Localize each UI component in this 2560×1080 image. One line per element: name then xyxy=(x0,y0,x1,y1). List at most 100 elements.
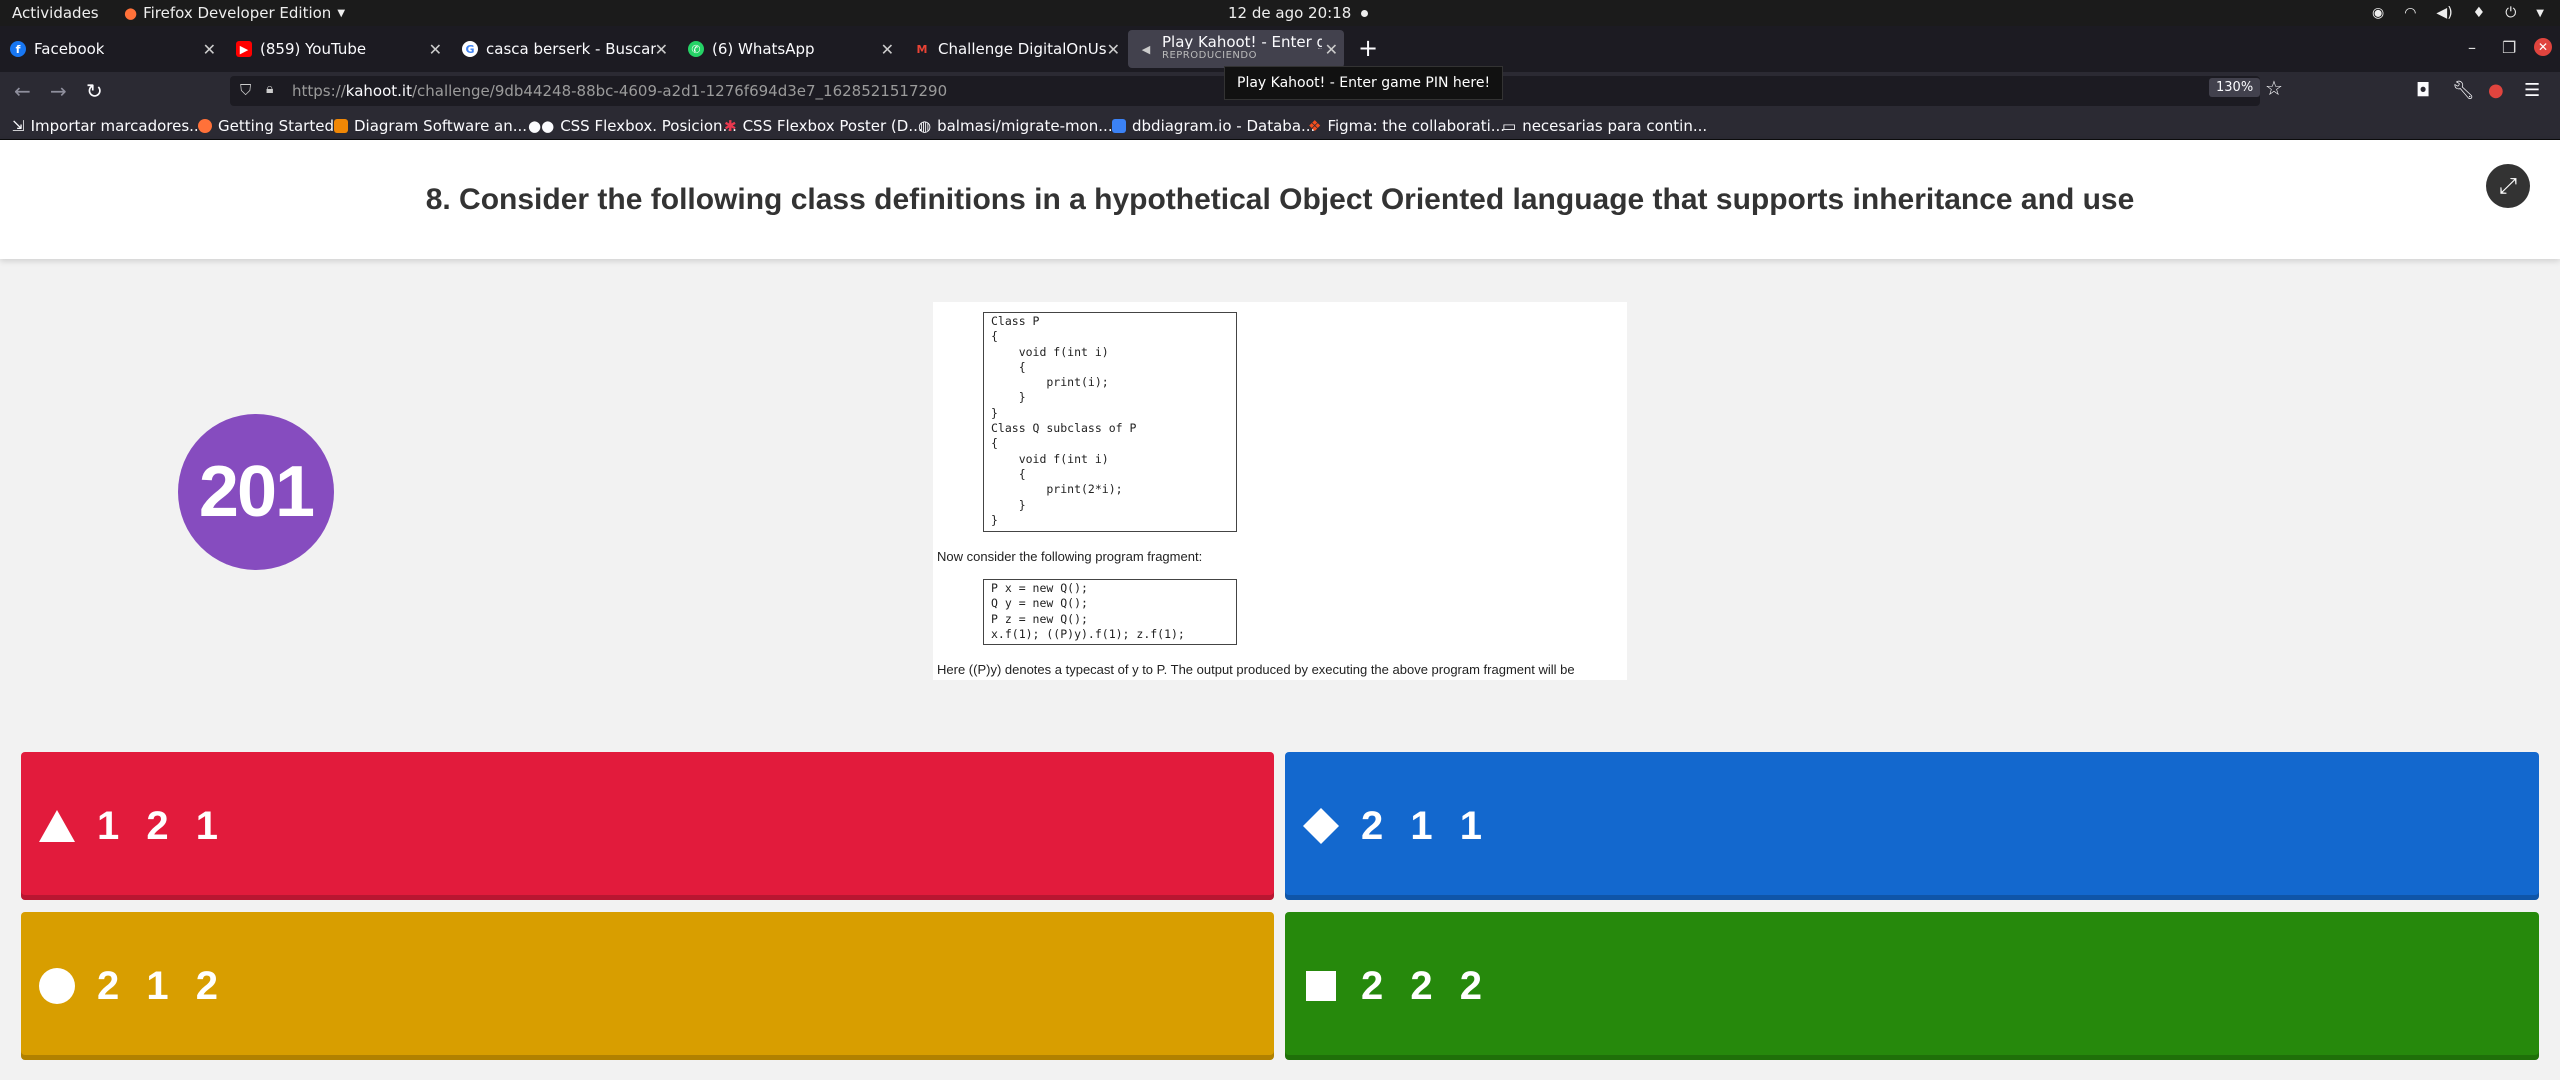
bookmark-label: balmasi/migrate-mon... xyxy=(937,117,1113,135)
chevron-down-icon: ▼ xyxy=(2536,7,2544,19)
close-icon[interactable]: ✕ xyxy=(203,40,216,59)
answer-label: 2 1 1 xyxy=(1361,803,1490,848)
bookmark-label: Importar marcadores... xyxy=(30,117,204,135)
close-icon[interactable]: ✕ xyxy=(429,40,442,59)
code-block-classes: Class P { void f(int i) { print(i); } } … xyxy=(983,312,1237,532)
restore-icon[interactable]: ❐ xyxy=(2502,38,2516,57)
back-icon[interactable]: ← xyxy=(14,79,31,103)
folder-icon: ▭ xyxy=(1502,117,1517,135)
dbdiagram-icon xyxy=(1112,119,1126,133)
wrench-icon[interactable]: 🔧︎ xyxy=(2452,80,2475,101)
close-icon[interactable]: ✕ xyxy=(1107,40,1120,59)
fullscreen-icon[interactable]: ⤢ xyxy=(2486,164,2530,208)
app-menu[interactable]: ● Firefox Developer Edition ▼ xyxy=(124,4,345,22)
tab-label: Facebook xyxy=(34,40,105,58)
answer-label: 2 1 2 xyxy=(97,963,226,1008)
tab-label: Play Kahoot! - Enter gam xyxy=(1162,35,1322,49)
menu-icon[interactable]: ☰ xyxy=(2524,80,2540,101)
app-name: Firefox Developer Edition xyxy=(143,4,332,22)
url-host: kahoot.it xyxy=(345,82,412,100)
chevron-down-icon: ▼ xyxy=(337,7,346,19)
tab-whatsapp[interactable]: ✆ (6) WhatsApp ✕ xyxy=(678,30,900,68)
speaker-icon[interactable]: ◀ xyxy=(1138,41,1154,57)
answer-yellow-circle[interactable]: 2 1 2 xyxy=(21,912,1274,1060)
bookmark-star-icon[interactable]: ☆ xyxy=(2265,76,2283,100)
tab-gmail[interactable]: M Challenge DigitalOnUs - I ✕ xyxy=(904,30,1126,68)
close-icon[interactable]: ✕ xyxy=(1325,40,1338,59)
code-block-fragment: P x = new Q(); Q y = new Q(); P z = new … xyxy=(983,579,1237,645)
bookmark-item[interactable]: Getting Started xyxy=(198,117,334,135)
youtube-icon: ▶ xyxy=(236,41,252,57)
question-header: 8. Consider the following class definiti… xyxy=(0,140,2560,259)
bookmark-item[interactable]: dbdiagram.io - Databa... xyxy=(1112,117,1315,135)
tab-youtube[interactable]: ▶ (859) YouTube ✕ xyxy=(226,30,448,68)
question-image: Class P { void f(int i) { print(i); } } … xyxy=(933,302,1627,680)
close-icon[interactable]: ✕ xyxy=(655,40,668,59)
volume-icon: ◀) xyxy=(2436,5,2453,21)
bookmark-item[interactable]: ⇲ Importar marcadores... xyxy=(12,117,203,135)
discord-icon: ◉ xyxy=(2371,5,2385,21)
pocket-icon[interactable]: ◘ xyxy=(2416,80,2430,101)
bookmarks-bar: ⇲ Importar marcadores... Getting Started … xyxy=(0,110,2560,140)
whatsapp-icon: ✆ xyxy=(688,41,704,57)
clock-text: 12 de ago 20:18 xyxy=(1228,4,1352,22)
activities-button[interactable]: Actividades xyxy=(12,4,99,22)
extension-icon[interactable]: ● xyxy=(2488,80,2504,101)
notification-dot-icon xyxy=(1361,9,1369,17)
close-icon[interactable]: ✕ xyxy=(881,40,894,59)
bookmark-item[interactable]: ✱ CSS Flexbox Poster (D... xyxy=(724,117,923,135)
reload-icon[interactable]: ↻ xyxy=(86,79,103,103)
answer-red-triangle[interactable]: 1 2 1 xyxy=(21,752,1274,900)
bookmark-label: necesarias para contin... xyxy=(1522,117,1708,135)
answer-label: 2 2 2 xyxy=(1361,963,1490,1008)
system-top-bar: Actividades ● Firefox Developer Edition … xyxy=(0,0,2560,26)
forward-icon[interactable]: → xyxy=(50,79,67,103)
minimize-icon[interactable]: – xyxy=(2468,38,2476,57)
power-icon: ⏻ xyxy=(2505,5,2517,21)
bookmark-label: CSS Flexbox. Posicion... xyxy=(560,117,737,135)
countdown-timer: 201 xyxy=(178,414,334,570)
triangle-icon xyxy=(39,808,75,844)
answer-green-square[interactable]: 2 2 2 xyxy=(1285,912,2539,1060)
google-icon: G xyxy=(462,41,478,57)
microphone-icon: ♦ xyxy=(2472,5,2486,21)
tab-facebook[interactable]: f Facebook ✕ xyxy=(0,30,222,68)
new-tab-button[interactable]: + xyxy=(1358,34,1378,62)
tab-google-search[interactable]: G casca berserk - Buscar co ✕ xyxy=(452,30,674,68)
figma-icon: ❖ xyxy=(1308,117,1322,135)
bookmark-label: Getting Started xyxy=(218,117,334,135)
firefox-icon: ● xyxy=(124,4,138,22)
zoom-indicator[interactable]: 130% xyxy=(2209,78,2261,97)
diamond-icon xyxy=(1303,808,1339,844)
bookmark-item[interactable]: ◍ balmasi/migrate-mon... xyxy=(918,117,1113,135)
tab-kahoot[interactable]: ◀ Play Kahoot! - Enter gam REPRODUCIENDO… xyxy=(1128,30,1344,68)
url-prefix: https:// xyxy=(292,82,346,100)
answer-blue-diamond[interactable]: 2 1 1 xyxy=(1285,752,2539,900)
tab-label: casca berserk - Buscar co xyxy=(486,40,656,58)
close-window-icon[interactable]: ✕ xyxy=(2534,38,2552,56)
tracking-shield-icon[interactable]: ⛉ xyxy=(240,81,251,99)
url-path: /challenge/9db44248-88bc-4609-a2d1-1276f… xyxy=(411,82,948,100)
facebook-icon: f xyxy=(10,41,26,57)
medium-icon: ●● xyxy=(528,117,555,135)
bookmark-label: dbdiagram.io - Databa... xyxy=(1132,117,1316,135)
asterisk-icon: ✱ xyxy=(724,117,737,135)
clock[interactable]: 12 de ago 20:18 xyxy=(1228,4,1369,22)
tab-label: Challenge DigitalOnUs - I xyxy=(938,40,1108,58)
bookmark-item[interactable]: ❖ Figma: the collaborati... xyxy=(1308,117,1505,135)
lock-icon[interactable]: 🔒︎ xyxy=(266,81,273,97)
bookmark-label: CSS Flexbox Poster (D... xyxy=(742,117,923,135)
tab-tooltip: Play Kahoot! - Enter game PIN here! xyxy=(1224,66,1504,100)
github-icon: ◍ xyxy=(918,117,932,135)
bookmark-folder[interactable]: ▭ necesarias para contin... xyxy=(1502,117,1707,135)
drawio-icon xyxy=(334,119,348,133)
question-middle-text: Now consider the following program fragm… xyxy=(937,549,1203,564)
answer-label: 1 2 1 xyxy=(97,803,226,848)
tab-label: (859) YouTube xyxy=(260,40,367,58)
question-title: 8. Consider the following class definiti… xyxy=(425,182,2135,216)
circle-icon xyxy=(39,968,75,1004)
import-icon: ⇲ xyxy=(12,117,25,135)
system-tray[interactable]: ◉ ◠ ◀) ♦ ⏻ ▼ xyxy=(2372,5,2544,21)
bookmark-item[interactable]: Diagram Software an... xyxy=(334,117,527,135)
bookmark-item[interactable]: ●● CSS Flexbox. Posicion... xyxy=(528,117,737,135)
